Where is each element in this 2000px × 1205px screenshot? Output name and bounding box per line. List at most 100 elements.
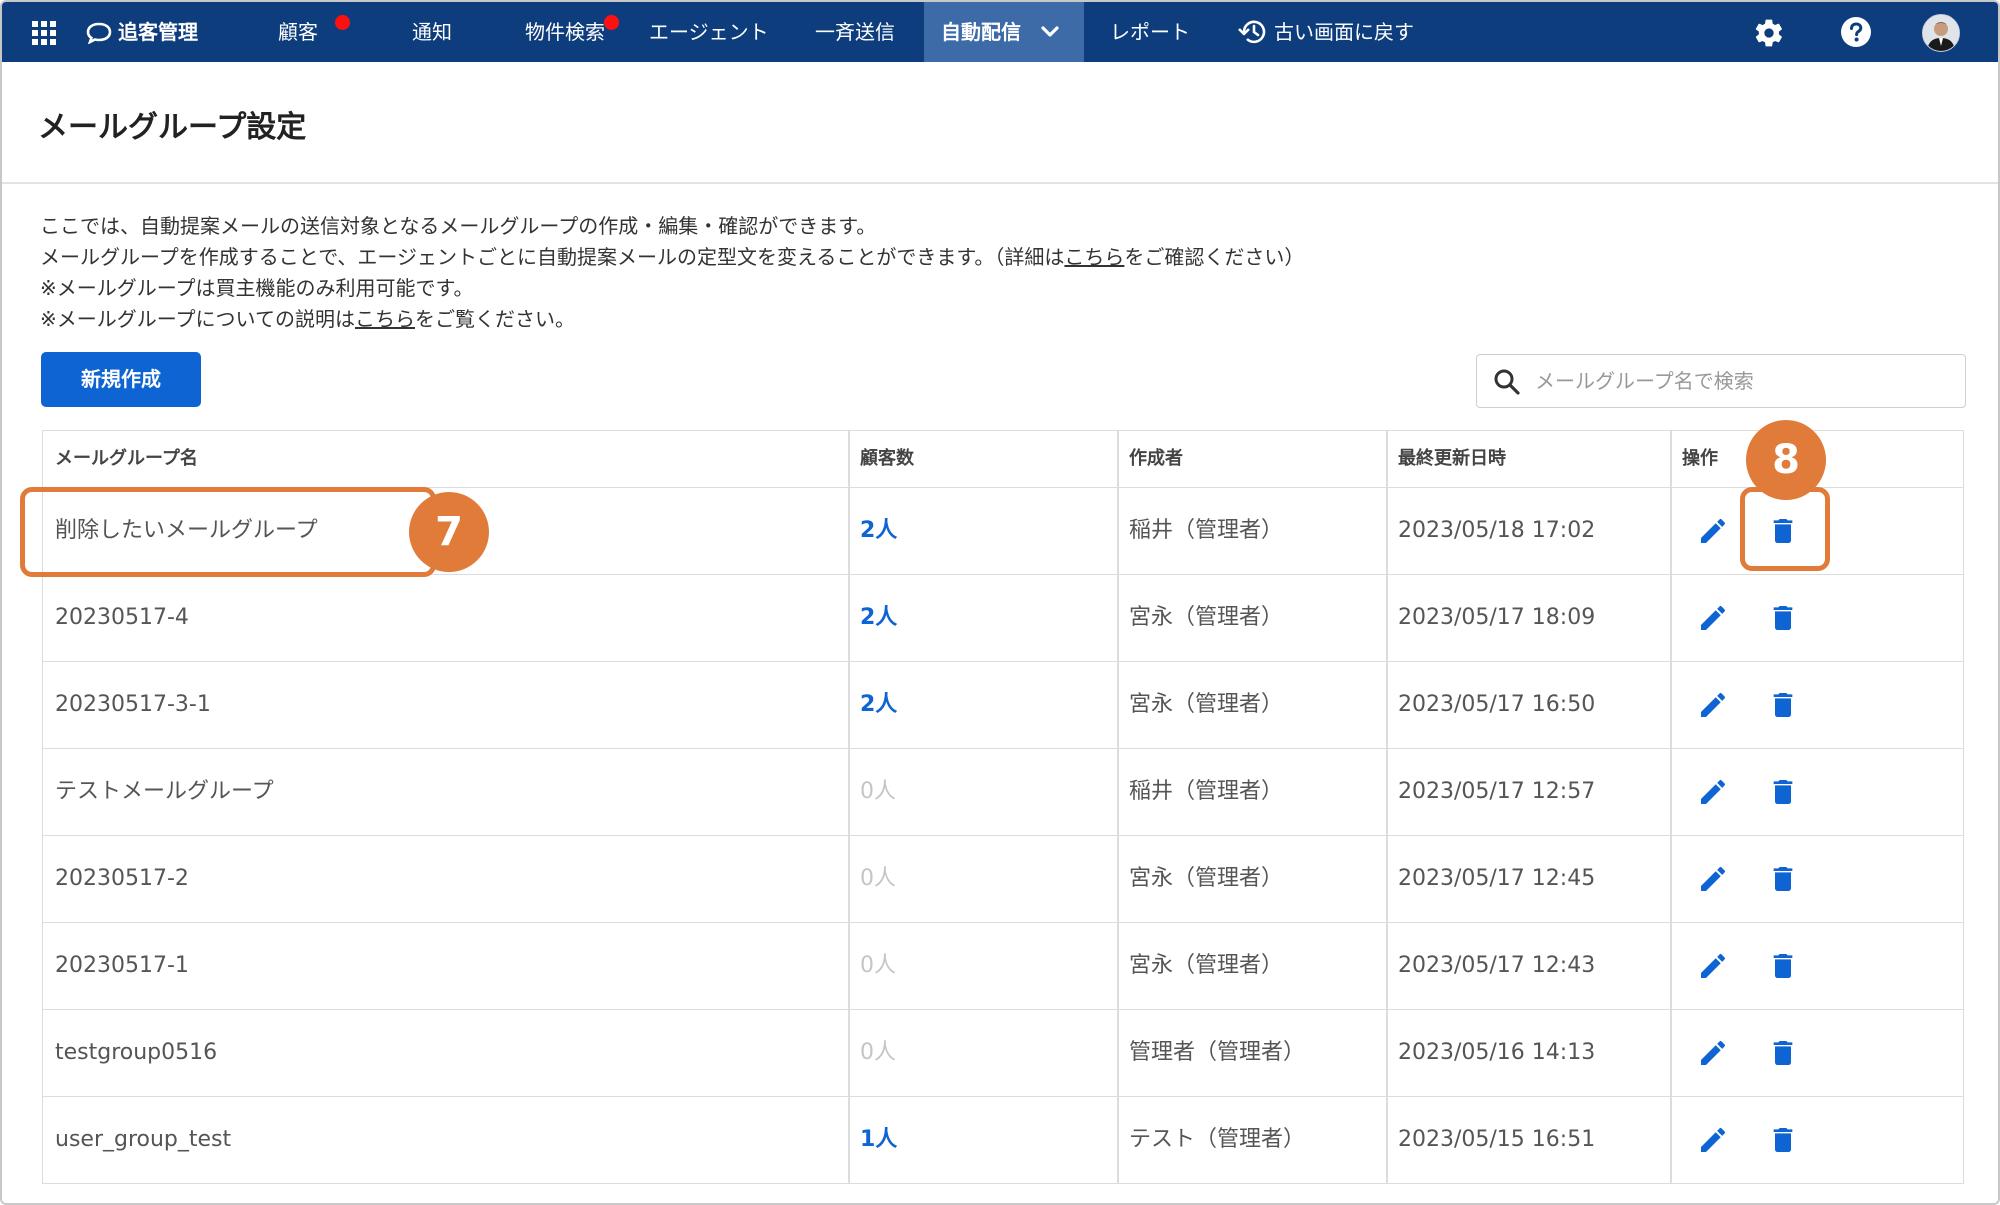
creator-cell: 宮永（管理者） xyxy=(1129,953,1284,978)
creator-cell: 稲井（管理者） xyxy=(1129,518,1284,543)
user-avatar[interactable] xyxy=(1922,14,1960,52)
app-grid-icon[interactable] xyxy=(32,21,56,45)
description-line-2: メールグループを作成することで、エージェントごとに自動提案メールの定型文を変える… xyxy=(40,241,1304,270)
details-link[interactable]: こちら xyxy=(1064,245,1124,269)
updated-at-cell: 2023/05/17 12:57 xyxy=(1398,779,1596,804)
trash-delete-icon[interactable] xyxy=(1767,950,1799,982)
description-text: ここでは、自動提案メールの送信対象となるメールグループの作成・編集・確認ができま… xyxy=(40,214,877,238)
column-header-count: 顧客数 xyxy=(860,448,914,469)
trash-delete-icon[interactable] xyxy=(1767,863,1799,895)
customer-count-link[interactable]: 0人 xyxy=(848,836,1117,922)
column-header-creator: 作成者 xyxy=(1129,448,1183,469)
creator-cell: 管理者（管理者） xyxy=(1129,1040,1306,1065)
group-name-cell[interactable]: テストメールグループ xyxy=(43,749,848,835)
description-line-3: ※メールグループは買主機能のみ利用可能です。 xyxy=(40,272,474,301)
nav-item-auto-delivery[interactable]: 自動配信 xyxy=(941,2,1021,62)
updated-at-cell: 2023/05/17 16:50 xyxy=(1398,692,1596,717)
description-text: ※メールグループは買主機能のみ利用可能です。 xyxy=(40,276,474,300)
search-input[interactable] xyxy=(1533,363,1957,399)
trash-delete-icon[interactable] xyxy=(1767,1037,1799,1069)
callout-highlight-name xyxy=(20,487,436,577)
edit-pencil-icon[interactable] xyxy=(1697,1037,1729,1069)
app-logo-text[interactable]: 追客管理 xyxy=(118,2,198,62)
group-name-cell[interactable]: 20230517-1 xyxy=(43,923,848,1009)
edit-pencil-icon[interactable] xyxy=(1697,863,1729,895)
customer-count-link[interactable]: 0人 xyxy=(848,749,1117,835)
description-text: をご確認ください） xyxy=(1124,245,1305,269)
page-title: メールグループ設定 xyxy=(38,110,307,145)
trash-delete-icon[interactable] xyxy=(1767,689,1799,721)
notification-badge xyxy=(335,15,350,30)
customer-count-link[interactable]: 2人 xyxy=(848,662,1117,748)
nav-item-notifications[interactable]: 通知 xyxy=(412,2,452,62)
updated-at-cell: 2023/05/17 12:45 xyxy=(1398,866,1596,891)
table-header: メールグループ名 顧客数 作成者 最終更新日時 操作 xyxy=(43,431,1963,488)
gear-icon[interactable] xyxy=(1753,17,1785,49)
table-row: 20230517-2 0人 宮永（管理者） 2023/05/17 12:45 xyxy=(43,836,1963,923)
description-text: ※メールグループについての説明は xyxy=(40,307,355,331)
creator-cell: 宮永（管理者） xyxy=(1129,605,1284,630)
edit-pencil-icon[interactable] xyxy=(1697,515,1729,547)
search-icon xyxy=(1494,369,1520,395)
search-box xyxy=(1476,354,1966,408)
create-new-button[interactable]: 新規作成 xyxy=(41,352,201,407)
table-row: 20230517-3-1 2人 宮永（管理者） 2023/05/17 16:50 xyxy=(43,662,1963,749)
creator-cell: 宮永（管理者） xyxy=(1129,692,1284,717)
table-row: 20230517-4 2人 宮永（管理者） 2023/05/17 18:09 xyxy=(43,575,1963,662)
creator-cell: 稲井（管理者） xyxy=(1129,779,1284,804)
updated-at-cell: 2023/05/18 17:02 xyxy=(1398,518,1596,543)
column-header-updated: 最終更新日時 xyxy=(1398,448,1506,469)
header-divider xyxy=(2,182,1998,184)
user-photo-icon xyxy=(1923,15,1959,51)
trash-delete-icon[interactable] xyxy=(1767,1124,1799,1156)
updated-at-cell: 2023/05/17 12:43 xyxy=(1398,953,1596,978)
edit-pencil-icon[interactable] xyxy=(1697,1124,1729,1156)
callout-step-7: 7 xyxy=(409,492,489,572)
trash-delete-icon[interactable] xyxy=(1767,602,1799,634)
app-window: 追客管理 顧客 通知 物件検索 エージェント 一斉送信 自動配信 レポート 古い… xyxy=(0,0,2000,1205)
table-row: 20230517-1 0人 宮永（管理者） 2023/05/17 12:43 xyxy=(43,923,1963,1010)
edit-pencil-icon[interactable] xyxy=(1697,776,1729,808)
group-name-cell[interactable]: 20230517-2 xyxy=(43,836,848,922)
creator-cell: 宮永（管理者） xyxy=(1129,866,1284,891)
customer-count-link[interactable]: 1人 xyxy=(848,1097,1117,1183)
updated-at-cell: 2023/05/16 14:13 xyxy=(1398,1040,1596,1065)
group-name-cell[interactable]: 20230517-3-1 xyxy=(43,662,848,748)
nav-item-customers[interactable]: 顧客 xyxy=(278,2,318,62)
table-row: テストメールグループ 0人 稲井（管理者） 2023/05/17 12:57 xyxy=(43,749,1963,836)
updated-at-cell: 2023/05/17 18:09 xyxy=(1398,605,1596,630)
description-line-4: ※メールグループについての説明はこちらをご覧ください。 xyxy=(40,303,575,332)
description-text: をご覧ください。 xyxy=(414,307,575,331)
customer-count-link[interactable]: 2人 xyxy=(848,488,1117,574)
help-icon[interactable] xyxy=(1840,16,1872,48)
edit-pencil-icon[interactable] xyxy=(1697,602,1729,634)
group-name-cell[interactable]: user_group_test xyxy=(43,1097,848,1183)
creator-cell: テスト（管理者） xyxy=(1129,1127,1306,1152)
customer-count-link[interactable]: 2人 xyxy=(848,575,1117,661)
description-text: メールグループを作成することで、エージェントごとに自動提案メールの定型文を変える… xyxy=(40,245,1065,269)
customer-count-link[interactable]: 0人 xyxy=(848,1010,1117,1096)
trash-delete-icon[interactable] xyxy=(1767,776,1799,808)
table-row: testgroup0516 0人 管理者（管理者） 2023/05/16 14:… xyxy=(43,1010,1963,1097)
edit-pencil-icon[interactable] xyxy=(1697,689,1729,721)
updated-at-cell: 2023/05/15 16:51 xyxy=(1398,1127,1596,1152)
group-name-cell[interactable]: testgroup0516 xyxy=(43,1010,848,1096)
explanation-link[interactable]: こちら xyxy=(355,307,415,331)
group-name-cell[interactable]: 20230517-4 xyxy=(43,575,848,661)
chat-bubble-icon xyxy=(86,22,112,44)
column-header-name: メールグループ名 xyxy=(55,448,198,469)
chevron-down-icon[interactable] xyxy=(1040,24,1060,40)
top-navbar: 追客管理 顧客 通知 物件検索 エージェント 一斉送信 自動配信 レポート 古い… xyxy=(2,2,1998,62)
notification-badge xyxy=(604,15,619,30)
table-row: user_group_test 1人 テスト（管理者） 2023/05/15 1… xyxy=(43,1097,1963,1184)
nav-item-reports[interactable]: レポート xyxy=(1110,2,1190,62)
customer-count-link[interactable]: 0人 xyxy=(848,923,1117,1009)
callout-step-8: 8 xyxy=(1746,420,1826,500)
nav-item-property-search[interactable]: 物件検索 xyxy=(525,2,605,62)
description-line-1: ここでは、自動提案メールの送信対象となるメールグループの作成・編集・確認ができま… xyxy=(40,210,876,239)
edit-pencil-icon[interactable] xyxy=(1697,950,1729,982)
history-restore-icon[interactable] xyxy=(1238,17,1270,47)
nav-item-bulk-send[interactable]: 一斉送信 xyxy=(815,2,895,62)
nav-item-old-screen[interactable]: 古い画面に戻す xyxy=(1274,2,1414,62)
nav-item-agents[interactable]: エージェント xyxy=(649,2,769,62)
